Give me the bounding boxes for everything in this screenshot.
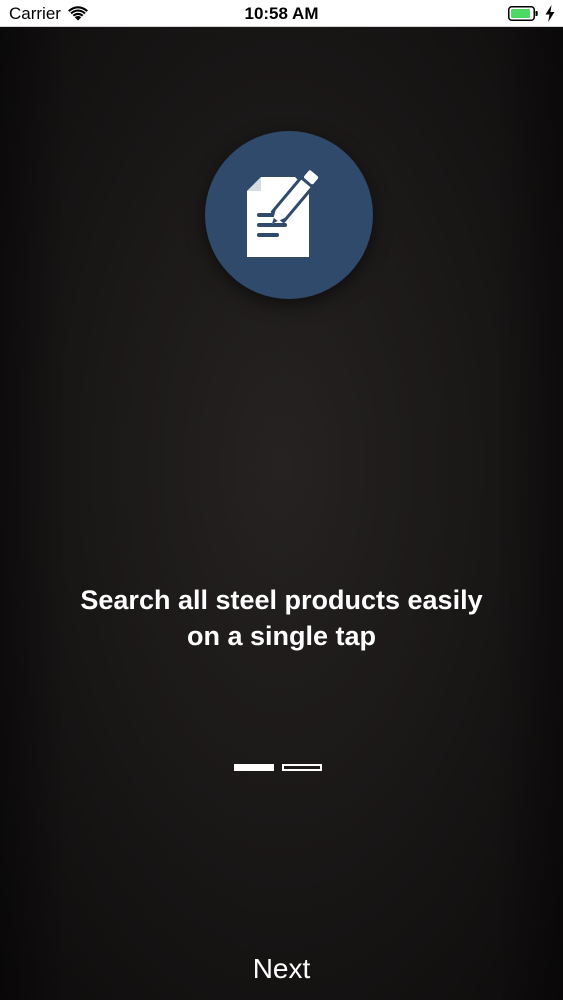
headline-line-1: Search all steel products easily bbox=[80, 585, 483, 615]
hero-icon-circle bbox=[205, 131, 373, 299]
status-time: 10:58 AM bbox=[244, 4, 319, 23]
onboarding-page[interactable]: Search all steel products easily on a si… bbox=[0, 27, 563, 1000]
page-dot-2[interactable] bbox=[282, 764, 322, 771]
charging-bolt-icon bbox=[545, 5, 555, 22]
document-edit-icon bbox=[247, 165, 323, 257]
page-dot-1-active[interactable] bbox=[234, 764, 274, 771]
page-indicator[interactable] bbox=[234, 764, 324, 772]
next-button[interactable]: Next bbox=[200, 947, 363, 991]
onboarding-screen: Carrier 10:58 AM Search all steel produc… bbox=[0, 0, 563, 1000]
battery-icon bbox=[508, 6, 538, 21]
headline-line-2: on a single tap bbox=[186, 621, 377, 651]
onboarding-headline: Search all steel products easily on a si… bbox=[30, 582, 533, 654]
status-bar: Carrier 10:58 AM bbox=[0, 0, 563, 27]
